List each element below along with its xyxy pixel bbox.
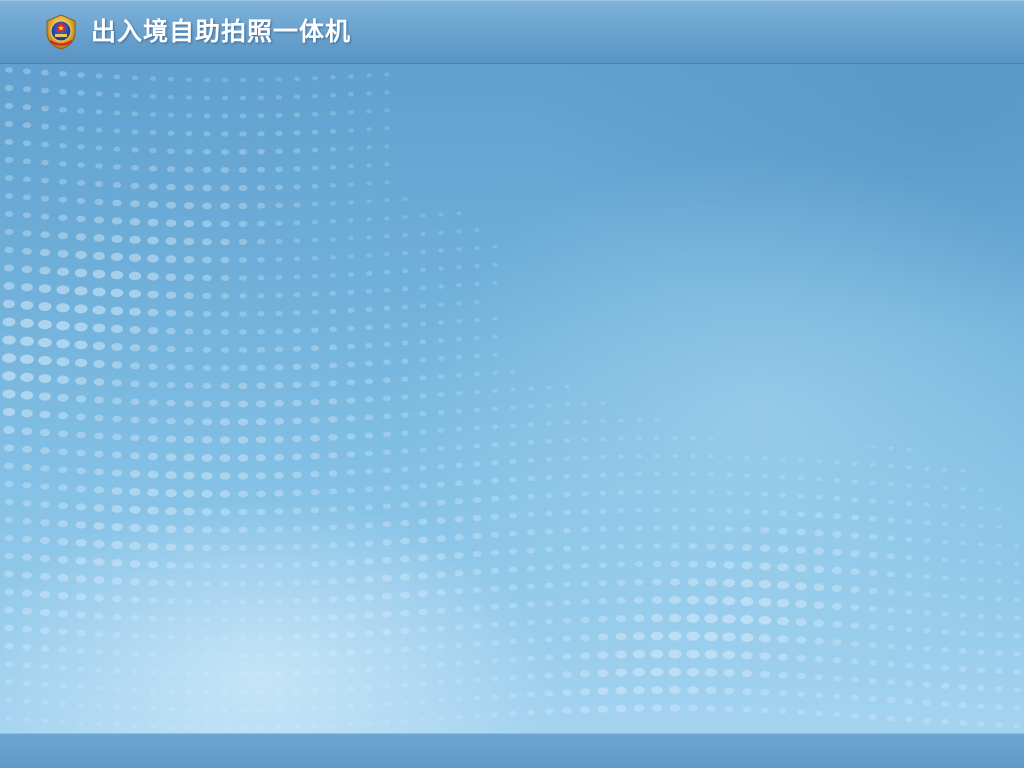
halftone-dots (2, 67, 1021, 731)
halftone-background (0, 0, 1024, 768)
kiosk-screen: 出入境自助拍照一体机 (0, 0, 1024, 768)
header-bar: 出入境自助拍照一体机 (0, 0, 1024, 64)
footer-bar (0, 733, 1024, 768)
app-title: 出入境自助拍照一体机 (91, 17, 352, 46)
police-emblem-icon (46, 14, 76, 50)
